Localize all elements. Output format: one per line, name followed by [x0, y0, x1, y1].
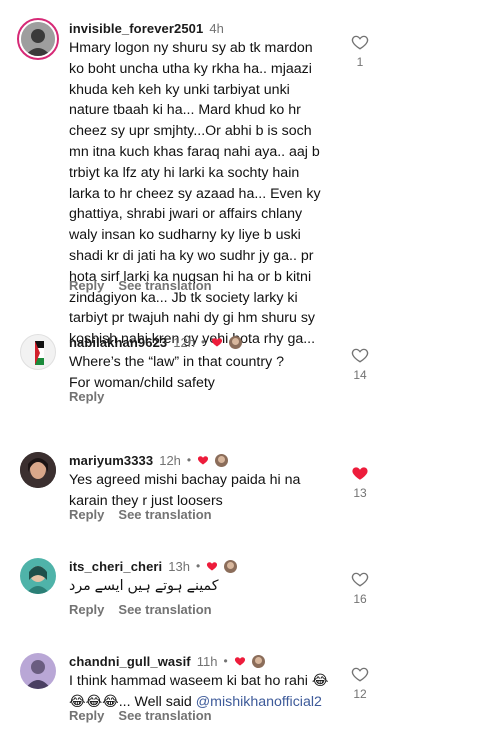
- comment-text: Hmary logon ny shuru sy ab tk mardon ko …: [69, 40, 321, 348]
- reply-button[interactable]: Reply: [69, 507, 104, 525]
- username[interactable]: mariyum3333: [69, 453, 153, 468]
- heart-outline-icon[interactable]: [351, 346, 369, 364]
- comment-text: Where’s the “law” in that country ? For …: [69, 354, 285, 391]
- creator-avatar-icon: [224, 559, 238, 573]
- like-control[interactable]: 1: [346, 33, 374, 69]
- comment-actions: Reply See translation: [69, 602, 212, 620]
- comment-actions: Reply See translation: [69, 507, 212, 525]
- like-control[interactable]: 14: [346, 346, 374, 382]
- avatar[interactable]: [20, 653, 56, 689]
- like-count: 1: [356, 55, 364, 69]
- comment-header: nabilakhan9623 12h •: [69, 332, 243, 352]
- username[interactable]: chandni_gull_wasif: [69, 654, 191, 669]
- creator-avatar-icon: [251, 654, 265, 668]
- separator-dot: •: [200, 335, 206, 349]
- heart-outline-icon[interactable]: [351, 33, 369, 51]
- heart-outline-icon[interactable]: [351, 570, 369, 588]
- like-control[interactable]: 13: [346, 464, 374, 500]
- comment-header: mariyum3333 12h •: [69, 450, 229, 470]
- reply-button[interactable]: Reply: [69, 389, 104, 407]
- timestamp: 12h: [173, 334, 195, 350]
- heart-outline-icon[interactable]: [351, 665, 369, 683]
- comment-actions: Reply See translation: [69, 708, 212, 726]
- timestamp: 13h: [168, 558, 190, 574]
- see-translation-button[interactable]: See translation: [118, 278, 211, 296]
- comment-header: invisible_forever2501 4h: [69, 18, 224, 38]
- like-control[interactable]: 16: [346, 570, 374, 606]
- reply-button[interactable]: Reply: [69, 602, 104, 620]
- avatar[interactable]: [17, 18, 59, 60]
- see-translation-button[interactable]: See translation: [118, 507, 211, 525]
- comment-actions: Reply See translation: [69, 278, 212, 296]
- heart-filled-icon[interactable]: [351, 464, 369, 482]
- comment-text: Yes agreed mishi bachay paida hi na kara…: [69, 472, 301, 509]
- see-translation-button[interactable]: See translation: [118, 602, 211, 620]
- mention-link[interactable]: @mishikhanofficial2: [196, 694, 322, 710]
- comment-text: I think hammad waseem ki bat ho rahi 😂 😂…: [69, 671, 331, 713]
- separator-dot: •: [223, 654, 228, 668]
- like-count: 14: [353, 368, 367, 382]
- username[interactable]: nabilakhan9623: [69, 335, 167, 350]
- timestamp: 11h: [196, 653, 218, 669]
- like-count: 13: [353, 486, 367, 500]
- see-translation-button[interactable]: See translation: [118, 708, 211, 726]
- like-count: 12: [353, 687, 367, 701]
- timestamp: 4h: [209, 20, 224, 36]
- like-control[interactable]: 12: [346, 665, 374, 701]
- avatar[interactable]: [20, 452, 56, 488]
- creator-liked-heart-icon: [234, 657, 245, 666]
- creator-avatar-icon: [229, 335, 243, 349]
- reply-button[interactable]: Reply: [69, 278, 104, 296]
- separator-dot: •: [186, 453, 192, 467]
- avatar[interactable]: [20, 334, 56, 370]
- username[interactable]: invisible_forever2501: [69, 21, 203, 36]
- creator-avatar-icon: [215, 453, 229, 467]
- creator-liked-heart-icon: [198, 456, 209, 465]
- comment-text: کمینے ہوتے ہیں ایسے مرد: [69, 578, 219, 594]
- reply-button[interactable]: Reply: [69, 708, 104, 726]
- comment-header: its_cheri_cheri 13h •: [69, 556, 238, 576]
- avatar[interactable]: [20, 558, 56, 594]
- username[interactable]: its_cheri_cheri: [69, 559, 162, 574]
- timestamp: 12h: [159, 452, 181, 468]
- comment-header: chandni_gull_wasif 11h •: [69, 651, 265, 671]
- like-count: 16: [353, 592, 367, 606]
- creator-liked-heart-icon: [212, 338, 223, 347]
- separator-dot: •: [195, 559, 201, 573]
- comment-actions: Reply: [69, 389, 104, 407]
- creator-liked-heart-icon: [207, 562, 218, 571]
